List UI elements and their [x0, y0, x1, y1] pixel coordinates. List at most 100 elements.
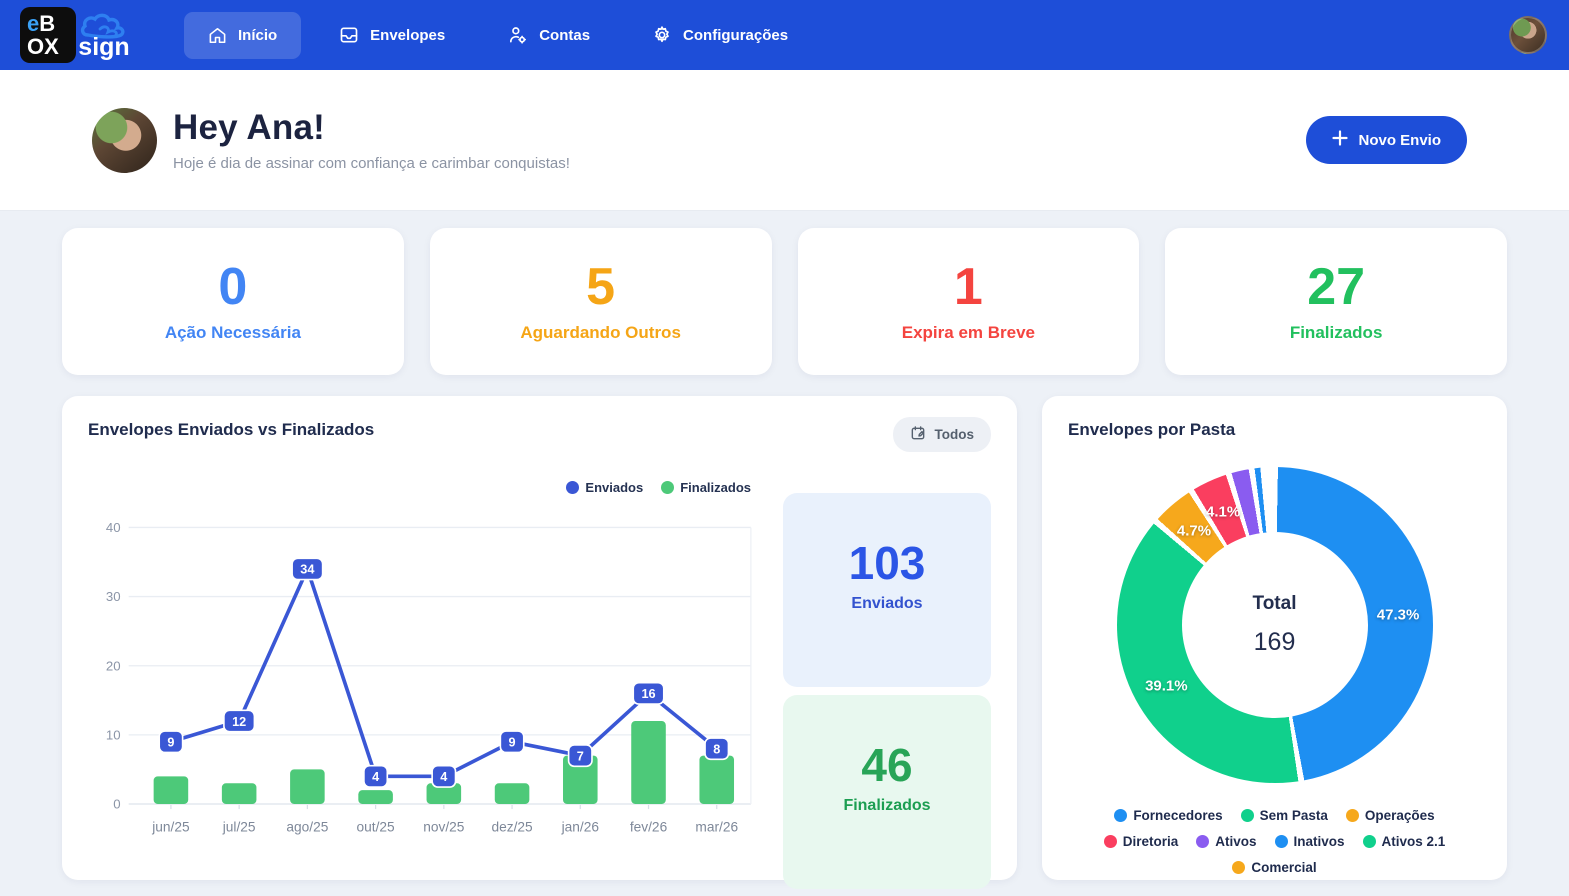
svg-text:34: 34 — [300, 563, 314, 577]
donut-center-title: Total — [1252, 593, 1297, 614]
home-icon — [208, 26, 227, 45]
donut-legend-item[interactable]: Sem Pasta — [1240, 808, 1328, 823]
stat-card-aguardando-outros[interactable]: 5 Aguardando Outros — [429, 228, 772, 375]
stat-value: 27 — [1307, 257, 1366, 316]
nav-item-inicio[interactable]: Início — [184, 11, 302, 59]
stat-card-acao-necessaria[interactable]: 0 Ação Necessária — [62, 228, 404, 375]
svg-text:12: 12 — [232, 715, 246, 729]
stat-label: Aguardando Outros — [520, 322, 681, 342]
legend-label: Ativos 2.1 — [1381, 834, 1446, 849]
date-filter-button[interactable]: Todos — [892, 417, 991, 452]
svg-text:9: 9 — [167, 736, 174, 750]
legend-item-enviados[interactable]: Enviados — [566, 480, 643, 495]
donut-legend-item[interactable]: Diretoria — [1103, 834, 1179, 849]
legend-label: Diretoria — [1122, 834, 1179, 849]
donut-legend: Fornecedores Sem Pasta Operações Diretoria A… — [1068, 808, 1481, 875]
donut-legend-item[interactable]: Operações — [1345, 808, 1435, 823]
nav-item-envelopes[interactable]: Envelopes — [315, 11, 469, 59]
date-filter-label: Todos — [934, 427, 975, 442]
profile-avatar[interactable] — [1509, 16, 1547, 54]
dashboard-screen: eB OX sign Início Envelopes Contas Confi… — [0, 0, 1569, 896]
envelope-icon — [339, 25, 359, 45]
legend-label: Fornecedores — [1133, 808, 1223, 823]
svg-text:16: 16 — [641, 687, 655, 701]
stat-label: Ação Necessária — [164, 322, 301, 342]
legend-dot — [1362, 835, 1376, 848]
legend-dot — [1103, 835, 1117, 848]
enviados-label: Enviados — [851, 594, 923, 612]
donut-legend-item[interactable]: Ativos 2.1 — [1362, 834, 1446, 849]
stat-card-finalizados[interactable]: 27 Finalizados — [1165, 228, 1507, 375]
donut-chart: Total 169 47.3% 39.1% 4.7% 4.1% — [1116, 467, 1433, 783]
legend-label: Inativos — [1293, 834, 1345, 849]
svg-text:fev/26: fev/26 — [630, 819, 668, 834]
summary-card-enviados: 103 Enviados — [783, 493, 991, 687]
legend-dot-enviados — [566, 481, 580, 494]
greeting-title: Hey Ana! — [173, 108, 326, 147]
chart-summary-column: 103 Enviados 46 Finalizados — [783, 466, 991, 889]
svg-text:dez/25: dez/25 — [491, 819, 533, 834]
svg-text:9: 9 — [509, 736, 516, 750]
svg-text:4: 4 — [440, 770, 447, 784]
greeting-header: Hey Ana! Hoje é dia de assinar com confi… — [0, 70, 1569, 211]
stat-card-expira-em-breve[interactable]: 1 Expira em Breve — [797, 228, 1140, 375]
envelopes-chart-panel: Envelopes Enviados vs Finalizados Todos — [62, 396, 1017, 889]
charts-row: Envelopes Enviados vs Finalizados Todos — [62, 396, 1507, 889]
plus-icon — [1332, 130, 1349, 150]
donut-title: Envelopes por Pasta — [1068, 420, 1236, 439]
logo-sign-text: sign — [78, 33, 130, 61]
combo-chart-area: Enviados Finalizados 0 10 20 30 40 9 12 34 4 4 9 7 1… — [88, 466, 759, 889]
user-gear-icon — [507, 25, 528, 45]
svg-text:ago/25: ago/25 — [286, 819, 328, 834]
legend-dot — [1232, 861, 1246, 874]
novo-envio-button[interactable]: Novo Envio — [1306, 116, 1467, 164]
donut-center-value: 169 — [1253, 628, 1296, 656]
greeting-subtitle: Hoje é dia de assinar com confiança e ca… — [173, 155, 570, 172]
legend-dot — [1345, 809, 1359, 822]
legend-dot — [1196, 835, 1210, 848]
svg-text:0: 0 — [113, 797, 120, 812]
donut-legend-item[interactable]: Comercial — [1232, 860, 1317, 875]
svg-text:20: 20 — [106, 658, 121, 673]
nav-label: Envelopes — [370, 26, 446, 44]
svg-text:4: 4 — [372, 770, 379, 784]
enviados-vs-finalizados-chart: 0 10 20 30 40 9 12 34 4 4 9 7 16 8 jun/25 jul/25 ago/25 o… — [106, 520, 752, 834]
nav-label: Contas — [539, 26, 591, 44]
legend-label: Ativos — [1215, 834, 1257, 849]
chart-title: Envelopes Enviados vs Finalizados — [88, 420, 375, 439]
status-cards-row: 0 Ação Necessária 5 Aguardando Outros 1 … — [62, 228, 1507, 375]
legend-label: Finalizados — [680, 480, 751, 495]
enviados-total: 103 — [848, 536, 926, 589]
donut-center: Total 169 — [1181, 532, 1368, 718]
svg-text:nov/25: nov/25 — [423, 819, 465, 834]
top-navigation-bar: eB OX sign Início Envelopes Contas Confi… — [0, 0, 1569, 70]
nav-label: Início — [238, 26, 278, 44]
stat-label: Finalizados — [1289, 322, 1383, 342]
legend-dot — [1114, 809, 1128, 822]
stat-value: 0 — [218, 257, 248, 316]
summary-card-finalizados: 46 Finalizados — [783, 695, 991, 889]
svg-text:40: 40 — [106, 520, 121, 535]
legend-dot — [1274, 835, 1288, 848]
svg-text:mar/26: mar/26 — [695, 819, 738, 834]
stat-value: 5 — [586, 257, 616, 316]
legend-label: Enviados — [585, 480, 644, 495]
legend-label: Sem Pasta — [1259, 808, 1328, 823]
legend-dot — [1240, 809, 1254, 822]
svg-text:30: 30 — [106, 589, 121, 604]
donut-legend-item[interactable]: Ativos — [1196, 834, 1257, 849]
ebox-sign-logo[interactable]: eB OX sign — [20, 7, 130, 63]
donut-legend-item[interactable]: Fornecedores — [1114, 808, 1223, 823]
stat-value: 1 — [953, 257, 983, 316]
gear-icon — [652, 25, 672, 45]
nav-item-configuracoes[interactable]: Configurações — [628, 11, 812, 59]
finalizados-label: Finalizados — [843, 796, 931, 814]
legend-label: Comercial — [1251, 860, 1317, 875]
logo-letters-ox: OX — [27, 34, 59, 59]
legend-item-finalizados[interactable]: Finalizados — [661, 480, 751, 495]
chart-legend: Enviados Finalizados — [88, 480, 759, 495]
nav-item-contas[interactable]: Contas — [483, 11, 614, 59]
ebox-logo-mark: eB OX — [20, 7, 76, 63]
donut-legend-item[interactable]: Inativos — [1274, 834, 1345, 849]
svg-text:jan/26: jan/26 — [561, 819, 600, 834]
